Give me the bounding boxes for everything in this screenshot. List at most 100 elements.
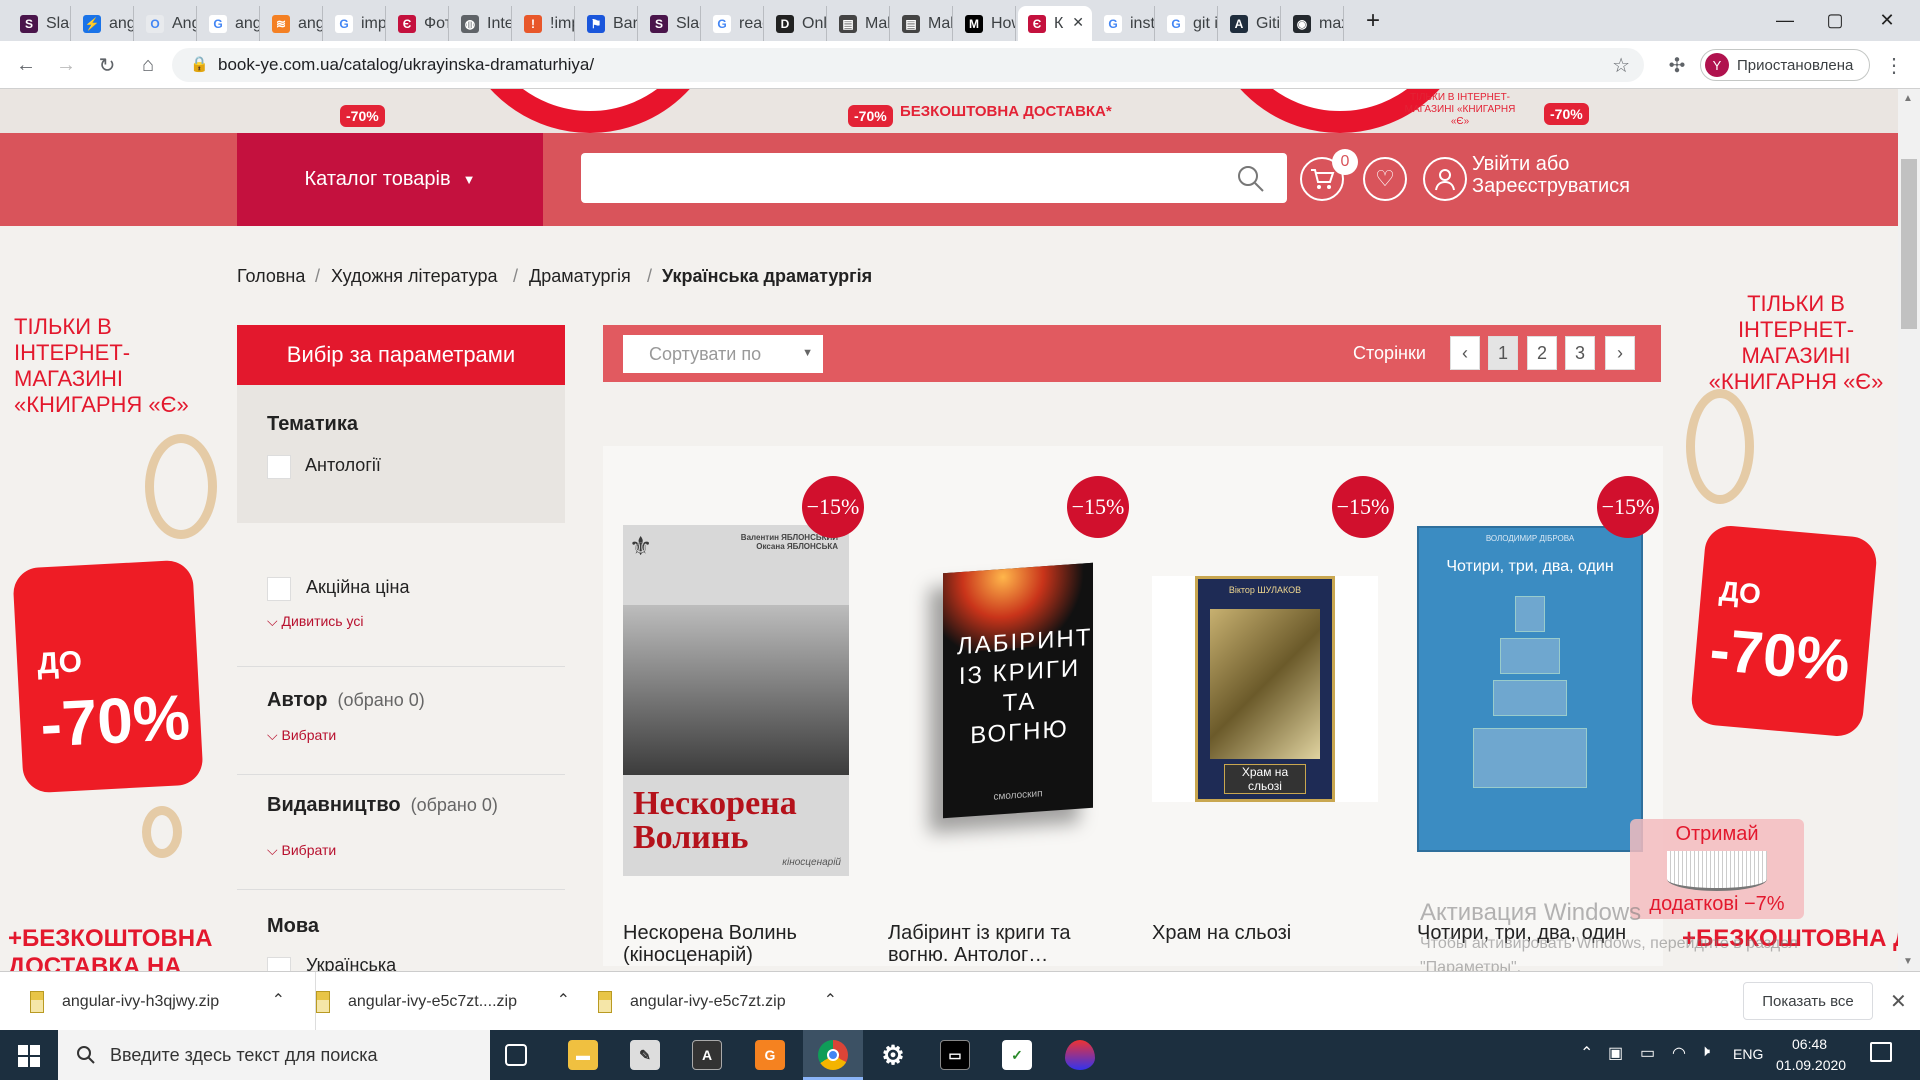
login-link[interactable]: Увійти або Зареєструватися (1472, 153, 1630, 197)
browser-tab[interactable]: Ggit i (1157, 6, 1218, 41)
browser-tab[interactable]: ▤ Mak (829, 6, 890, 41)
download-item[interactable]: angular-ivy-e5c7zt....zip ⌃ (315, 972, 570, 1031)
browser-tab[interactable]: ◍ Inte (451, 6, 512, 41)
product-card[interactable]: Віктор ШУЛАКОВ Храм на сльозі −15% Храм … (1133, 446, 1398, 966)
browser-tab[interactable]: ! !imp (514, 6, 575, 41)
browser-tab[interactable]: M How (955, 6, 1016, 41)
address-bar[interactable]: 🔒 book-ye.com.ua/catalog/ukrayinska-dram… (172, 48, 1644, 82)
breadcrumb-item[interactable]: Художня література (331, 266, 498, 287)
browser-tab[interactable]: O Ang (136, 6, 197, 41)
language-indicator[interactable]: ENG (1733, 1046, 1763, 1062)
new-tab-button[interactable]: + (1348, 0, 1398, 41)
catalog-button[interactable]: Каталог товарів ▼ (237, 133, 543, 226)
browser-tab[interactable]: A Gitig (1220, 6, 1281, 41)
scrollbar-thumb[interactable] (1901, 159, 1917, 329)
reload-icon[interactable]: ↻ (95, 53, 119, 77)
heart-icon[interactable]: ♡ (1363, 157, 1407, 201)
minimize-button[interactable]: — (1760, 0, 1810, 41)
product-title[interactable]: Нескорена Волинь (кіносценарій) (623, 922, 853, 966)
breadcrumb-item[interactable]: Драматургія (529, 266, 631, 287)
windows-start-icon[interactable] (18, 1045, 40, 1067)
paint-icon[interactable]: ✎ (630, 1040, 660, 1070)
star-icon[interactable]: ☆ (1612, 53, 1630, 78)
close-window-button[interactable]: ✕ (1862, 0, 1912, 41)
network-icon[interactable]: ▣ (1608, 1043, 1623, 1063)
promo-price-checkbox[interactable] (267, 577, 291, 601)
download-item[interactable]: angular-ivy-h3qjwy.zip ⌃ (30, 972, 285, 1031)
volume-icon[interactable]: 🕨 (1700, 1043, 1710, 1061)
page-scrollbar[interactable]: ▲ ▼ (1898, 89, 1920, 971)
chevron-up-icon[interactable]: ⌃ (824, 990, 837, 1010)
browser-tab[interactable]: Gangu (199, 6, 260, 41)
chevron-up-icon[interactable]: ⌃ (557, 990, 570, 1010)
search-icon[interactable] (1237, 165, 1265, 193)
menu-icon[interactable]: ⋮ (1882, 53, 1906, 77)
browser-tab[interactable]: S Slac (10, 6, 71, 41)
anthology-label[interactable]: Антології (305, 455, 381, 476)
chevron-up-icon[interactable]: ⌃ (272, 990, 285, 1010)
app-icon[interactable]: A (692, 1040, 722, 1070)
wifi-icon[interactable]: ◠ (1672, 1043, 1686, 1063)
breadcrumb-item[interactable]: Головна (237, 266, 305, 287)
browser-tab[interactable]: ⚑ Bars (577, 6, 638, 41)
download-item[interactable]: angular-ivy-e5c7zt.zip ⌃ (598, 972, 853, 1031)
app-icon[interactable] (1065, 1040, 1095, 1070)
home-icon[interactable]: ⌂ (136, 53, 160, 77)
book-cover[interactable]: ВОЛОДИМИР ДІБРОВА Чотири, три, два, один (1417, 526, 1643, 852)
close-tab-icon[interactable]: ✕ (1072, 14, 1084, 31)
page-button[interactable]: 3 (1565, 336, 1595, 370)
profile-button[interactable]: Y Приостановлена (1700, 49, 1870, 81)
product-title[interactable]: Лабіринт із криги та вогню. Антолог… (888, 922, 1118, 966)
sort-select[interactable]: Сортувати по ▼ (623, 335, 823, 373)
scroll-down-icon[interactable]: ▼ (1903, 956, 1913, 967)
product-title[interactable]: Храм на сльозі (1152, 922, 1382, 944)
app-icon[interactable]: ✓ (1002, 1040, 1032, 1070)
product-card[interactable]: ВОЛОДИМИР ДІБРОВА Чотири, три, два, один… (1398, 446, 1663, 966)
taskbar-search-input[interactable]: Введите здесь текст для поиска (58, 1030, 490, 1080)
browser-tab[interactable]: Greac (703, 6, 764, 41)
promo-price-label[interactable]: Акційна ціна (306, 577, 409, 598)
settings-gear-icon[interactable]: ⚙ (878, 1040, 908, 1070)
clock-time[interactable]: 06:48 (1792, 1036, 1827, 1052)
chrome-icon[interactable] (803, 1030, 863, 1080)
user-icon[interactable] (1423, 157, 1467, 201)
battery-icon[interactable]: ▭ (1640, 1043, 1655, 1063)
extensions-icon[interactable]: ✣ (1665, 53, 1689, 77)
search-input[interactable] (581, 153, 1287, 203)
book-cover[interactable]: Віктор ШУЛАКОВ Храм на сльозі (1152, 576, 1378, 802)
author-choose-link[interactable]: ⌵ Вибрати (267, 727, 336, 744)
get-extra-discount-popup[interactable]: Отримай додаткові −7% (1630, 819, 1804, 919)
browser-tab[interactable]: Ginsta (1094, 6, 1155, 41)
anthology-checkbox[interactable] (267, 455, 291, 479)
browser-tab[interactable]: ⚡ angu (73, 6, 134, 41)
file-explorer-icon[interactable]: ▬ (568, 1040, 598, 1070)
browser-tab[interactable]: D Onli (766, 6, 827, 41)
clock-date[interactable]: 01.09.2020 (1776, 1057, 1846, 1073)
terminal-icon[interactable]: ▭ (940, 1040, 970, 1070)
browser-tab[interactable]: ▤ Mak (892, 6, 953, 41)
see-all-link[interactable]: ⌵ Дивитись усі (267, 613, 363, 630)
browser-tab[interactable]: Є Фот (388, 6, 449, 41)
browser-tab[interactable]: Є К ✕ (1018, 6, 1092, 41)
page-button-current[interactable]: 1 (1488, 336, 1518, 370)
browser-tab[interactable]: Gimpo (325, 6, 386, 41)
language-option[interactable]: Українська (306, 955, 396, 971)
next-page-button[interactable]: › (1605, 336, 1635, 370)
app-icon[interactable]: G (755, 1040, 785, 1070)
forward-icon[interactable]: → (54, 53, 78, 77)
browser-tab[interactable]: S Slac (640, 6, 701, 41)
publisher-choose-link[interactable]: ⌵ Вибрати (267, 842, 336, 859)
scroll-up-icon[interactable]: ▲ (1903, 93, 1913, 104)
notifications-icon[interactable] (1870, 1042, 1892, 1062)
maximize-button[interactable]: ▢ (1810, 0, 1860, 41)
page-button[interactable]: 2 (1527, 336, 1557, 370)
tray-chevron-icon[interactable]: ⌃ (1580, 1043, 1593, 1063)
product-card[interactable]: Валентин ЯБЛОНСЬКИЙ Оксана ЯБЛОНСЬКА ⚜ Н… (603, 446, 868, 966)
prev-page-button[interactable]: ‹ (1450, 336, 1480, 370)
browser-tab[interactable]: ◉ max (1283, 6, 1344, 41)
task-view-icon[interactable] (505, 1044, 527, 1066)
browser-tab[interactable]: ≋ angu (262, 6, 323, 41)
close-icon[interactable]: ✕ (1890, 989, 1907, 1014)
book-cover[interactable]: Валентин ЯБЛОНСЬКИЙ Оксана ЯБЛОНСЬКА ⚜ Н… (623, 525, 849, 876)
language-checkbox[interactable] (267, 957, 291, 971)
